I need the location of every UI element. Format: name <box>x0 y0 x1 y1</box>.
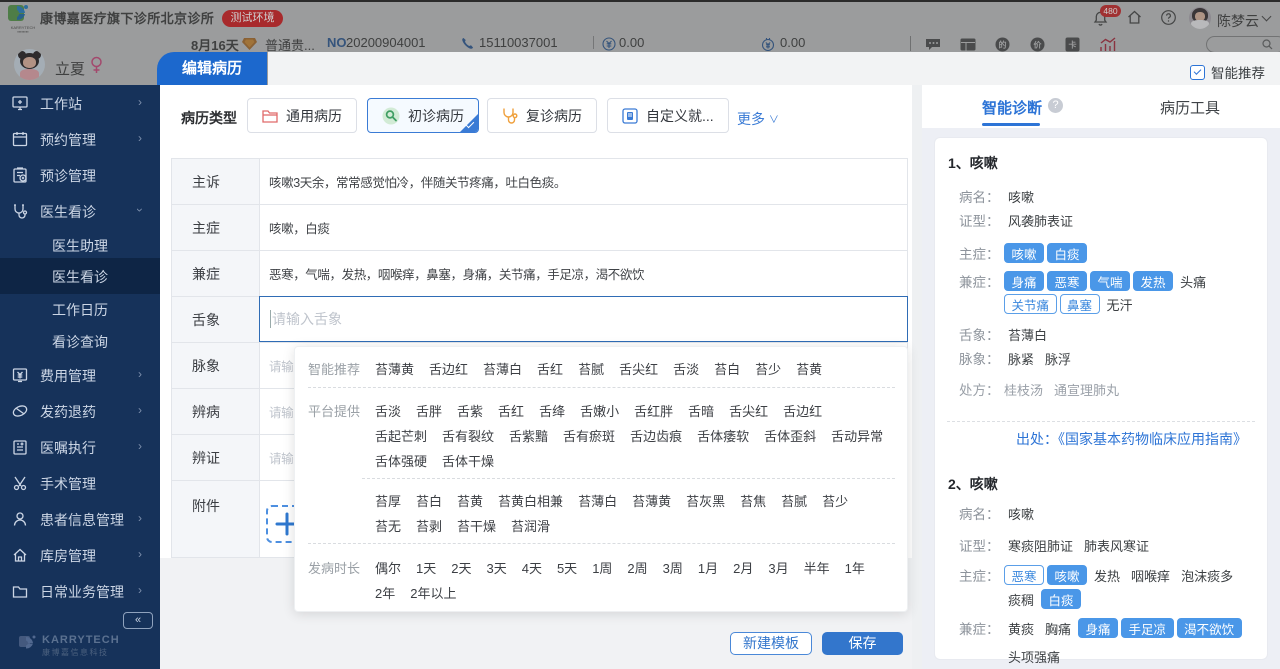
svg-text:卡: 卡 <box>1069 40 1077 50</box>
svg-text:价: 价 <box>1034 41 1043 50</box>
svg-text:的: 的 <box>999 40 1007 50</box>
